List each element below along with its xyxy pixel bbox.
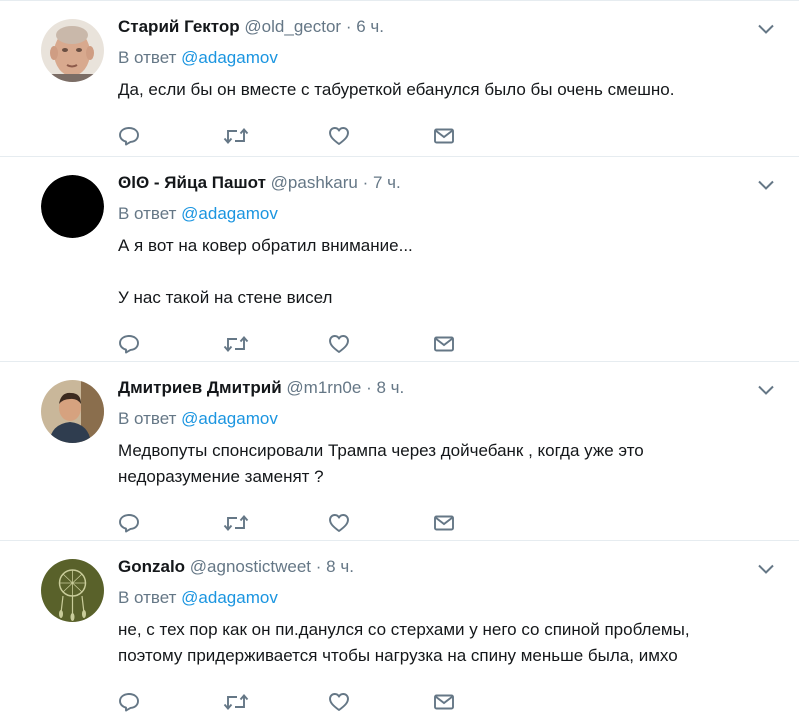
- tweet-header: Gonzalo @agnostictweet · 8 ч.: [118, 555, 759, 579]
- like-button[interactable]: [328, 512, 433, 534]
- retweet-icon: [223, 694, 249, 710]
- envelope-icon: [434, 515, 454, 531]
- retweet-icon: [223, 336, 249, 352]
- envelope-icon: [434, 128, 454, 144]
- tweet-header: Старий Гектор @old_gector · 6 ч.: [118, 15, 759, 39]
- tweet-text-line: Да, если бы он вместе с табуреткой ебану…: [118, 80, 675, 99]
- direct-message-button[interactable]: [433, 691, 538, 713]
- reply-button[interactable]: [118, 691, 223, 713]
- replies-timeline: Старий Гектор @old_gector · 6 ч. В ответ…: [0, 0, 799, 712]
- author-handle[interactable]: @m1rn0e: [286, 378, 361, 397]
- reply-icon: [119, 514, 139, 533]
- retweet-button[interactable]: [223, 333, 328, 355]
- avatar[interactable]: [41, 175, 104, 238]
- like-button[interactable]: [328, 333, 433, 355]
- heart-icon: [329, 127, 349, 145]
- reply-icon: [119, 335, 139, 354]
- mention-link[interactable]: @adagamov: [181, 409, 278, 428]
- tweet-text-line: поэтому придерживается чтобы нагрузка на…: [118, 646, 678, 665]
- tweet[interactable]: ʘlʘ - Яйца Пашот @pashkaru · 7 ч. В отве…: [0, 157, 799, 362]
- tweet-actions: [118, 687, 759, 727]
- like-button[interactable]: [328, 125, 433, 147]
- tweet-text: Медвопуты спонсировали Трампа через дойч…: [118, 438, 759, 490]
- reply-button[interactable]: [118, 512, 223, 534]
- timestamp[interactable]: 6 ч.: [356, 17, 384, 36]
- direct-message-button[interactable]: [433, 512, 538, 534]
- tweet-text: А я вот на ковер обратил внимание... У н…: [118, 233, 759, 311]
- reply-button[interactable]: [118, 333, 223, 355]
- tweet-header: Дмитриев Дмитрий @m1rn0e · 8 ч.: [118, 376, 759, 400]
- reply-icon: [119, 693, 139, 712]
- reply-prefix: В ответ: [118, 409, 182, 428]
- reply-context: В ответ @adagamov: [118, 201, 759, 227]
- reply-button[interactable]: [118, 125, 223, 147]
- retweet-button[interactable]: [223, 512, 328, 534]
- separator-dot: ·: [366, 378, 372, 397]
- heart-icon: [329, 514, 349, 532]
- tweet-text-line: У нас такой на стене висел: [118, 288, 333, 307]
- tweet[interactable]: Старий Гектор @old_gector · 6 ч. В ответ…: [0, 0, 799, 157]
- chevron-down-icon[interactable]: [757, 23, 775, 35]
- separator-dot: ·: [315, 557, 322, 576]
- chevron-down-icon[interactable]: [757, 384, 775, 396]
- direct-message-button[interactable]: [433, 125, 538, 147]
- reply-context: В ответ @adagamov: [118, 45, 759, 71]
- heart-icon: [329, 335, 349, 353]
- tweet-text: Да, если бы он вместе с табуреткой ебану…: [118, 77, 759, 103]
- tweet-header: ʘlʘ - Яйца Пашот @pashkaru · 7 ч.: [118, 171, 759, 195]
- author-handle[interactable]: @agnostictweet: [190, 557, 311, 576]
- mention-link[interactable]: @adagamov: [181, 204, 278, 223]
- mention-link[interactable]: @adagamov: [181, 588, 278, 607]
- reply-icon: [119, 127, 139, 146]
- mention-link[interactable]: @adagamov: [181, 48, 278, 67]
- direct-message-button[interactable]: [433, 333, 538, 355]
- reply-context: В ответ @adagamov: [118, 406, 759, 432]
- separator-dot: ·: [362, 173, 369, 192]
- envelope-icon: [434, 694, 454, 710]
- tweet-text-line: А я вот на ковер обратил внимание...: [118, 236, 413, 255]
- tweet[interactable]: Дмитриев Дмитрий @m1rn0e · 8 ч. В ответ …: [0, 362, 799, 541]
- chevron-down-icon[interactable]: [757, 179, 775, 191]
- author-handle[interactable]: @old_gector: [244, 17, 341, 36]
- separator-dot: ·: [345, 17, 352, 36]
- retweet-icon: [223, 128, 249, 144]
- envelope-icon: [434, 336, 454, 352]
- tweet-text-line: недоразумение заменят ?: [118, 467, 324, 486]
- author-handle[interactable]: @pashkaru: [271, 173, 358, 192]
- reply-context: В ответ @adagamov: [118, 585, 759, 611]
- retweet-button[interactable]: [223, 125, 328, 147]
- author-name[interactable]: ʘlʘ - Яйца Пашот: [118, 173, 266, 192]
- tweet[interactable]: Gonzalo @agnostictweet · 8 ч. В ответ @a…: [0, 541, 799, 712]
- avatar[interactable]: [41, 380, 104, 443]
- author-name[interactable]: Дмитриев Дмитрий: [118, 378, 282, 397]
- avatar[interactable]: [41, 19, 104, 82]
- reply-prefix: В ответ: [118, 48, 182, 67]
- timestamp[interactable]: 8 ч.: [376, 378, 404, 397]
- heart-icon: [329, 693, 349, 711]
- avatar[interactable]: [41, 559, 104, 622]
- reply-prefix: В ответ: [118, 588, 182, 607]
- author-name[interactable]: Старий Гектор: [118, 17, 240, 36]
- tweet-text: не, с тех пор как он пи.данулся со стерх…: [118, 617, 759, 669]
- retweet-icon: [223, 515, 249, 531]
- author-name[interactable]: Gonzalo: [118, 557, 185, 576]
- chevron-down-icon[interactable]: [757, 563, 775, 575]
- like-button[interactable]: [328, 691, 433, 713]
- timestamp[interactable]: 7 ч.: [373, 173, 401, 192]
- tweet-actions: [118, 121, 759, 161]
- reply-prefix: В ответ: [118, 204, 182, 223]
- retweet-button[interactable]: [223, 691, 328, 713]
- timestamp[interactable]: 8 ч.: [326, 557, 354, 576]
- tweet-text-line: Медвопуты спонсировали Трампа через дойч…: [118, 441, 644, 460]
- tweet-text-line: не, с тех пор как он пи.данулся со стерх…: [118, 620, 690, 639]
